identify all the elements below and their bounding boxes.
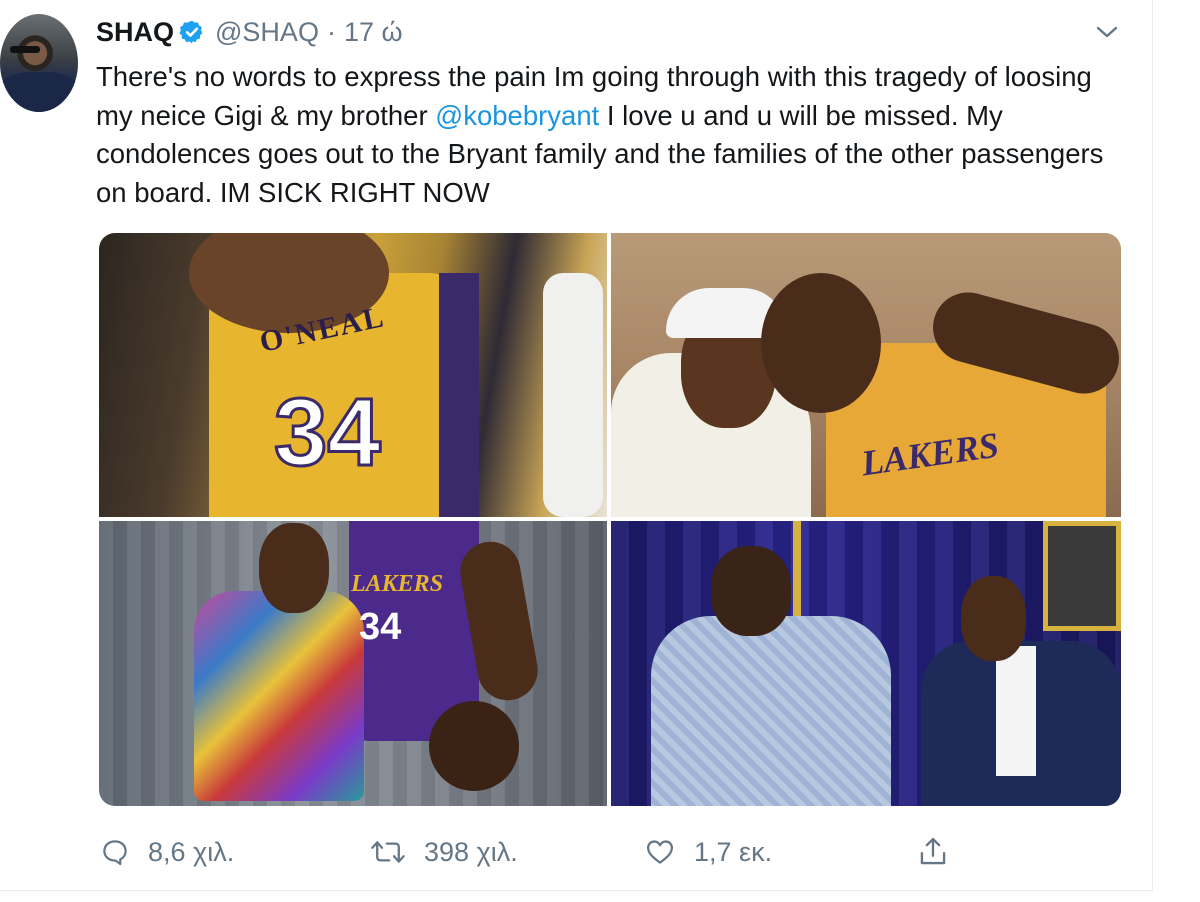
- mention-link[interactable]: @kobebryant: [435, 100, 599, 131]
- share-button[interactable]: [918, 830, 966, 874]
- media-photo-4[interactable]: [611, 521, 1121, 806]
- face-shape: [259, 523, 329, 613]
- retweet-icon: [371, 841, 405, 863]
- tweet-text: There's no words to express the pain Im …: [96, 58, 1126, 212]
- media-photo-2[interactable]: LAKERS: [611, 233, 1121, 517]
- tweet-actions: 8,6 χιλ. 398 χιλ. 1,7 εκ.: [100, 830, 1100, 874]
- verified-badge-icon: [179, 20, 203, 44]
- reply-count: 8,6 χιλ.: [148, 836, 235, 867]
- jersey-number-text: 34: [273, 378, 383, 488]
- knee-shape: [429, 701, 519, 791]
- avatar-body-shape: [0, 72, 78, 112]
- author-name[interactable]: SHAQ: [96, 17, 174, 48]
- page-margin: [1153, 0, 1200, 902]
- retweet-count: 398 χιλ.: [424, 836, 518, 867]
- tweet-card[interactable]: SHAQ @SHAQ · 17 ώ There's no words to ex…: [0, 0, 1153, 891]
- plaid-suit-shape: [651, 616, 891, 806]
- face-shape: [961, 576, 1026, 661]
- shirt-shape: [996, 646, 1036, 776]
- jersey-number-text: 34: [359, 606, 402, 648]
- tweet-header: SHAQ @SHAQ · 17 ώ: [96, 12, 403, 52]
- chevron-down-icon[interactable]: [1094, 22, 1120, 42]
- media-grid: O'NEAL 34 LAKERS LAKERS 34: [99, 233, 1121, 806]
- heart-icon: [647, 840, 673, 864]
- rope-shape: [793, 521, 801, 621]
- avatar-glasses-shape: [10, 46, 40, 53]
- author-handle[interactable]: @SHAQ: [215, 17, 319, 48]
- header-separator: ·: [326, 16, 336, 47]
- jacket-shape: [194, 591, 364, 801]
- like-count: 1,7 εκ.: [694, 836, 773, 867]
- share-icon: [920, 837, 946, 865]
- tweet-timestamp[interactable]: 17 ώ: [344, 17, 403, 48]
- frame-shape: [1043, 521, 1121, 631]
- face-shape: [711, 546, 791, 636]
- like-button[interactable]: 1,7 εκ.: [644, 830, 772, 874]
- reply-icon: [103, 840, 127, 866]
- reply-button[interactable]: 8,6 χιλ.: [100, 830, 234, 874]
- towel-shape: [543, 273, 603, 517]
- retweet-button[interactable]: 398 χιλ.: [370, 830, 518, 874]
- media-photo-3[interactable]: LAKERS 34: [99, 521, 607, 806]
- media-photo-1[interactable]: O'NEAL 34: [99, 233, 607, 517]
- face-shape: [761, 273, 881, 413]
- author-avatar[interactable]: [0, 14, 78, 112]
- jersey-trim-shape: [439, 273, 479, 517]
- jersey-team-text: LAKERS: [351, 571, 444, 597]
